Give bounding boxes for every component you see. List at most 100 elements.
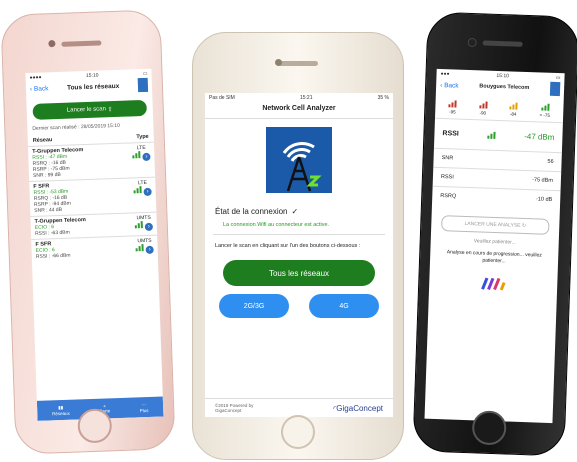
network-metric-2: RSSI : -66 dBm [35, 252, 71, 260]
footer-copyright: ©2019 Powered by GigaConcept [215, 403, 254, 413]
back-button[interactable]: ‹ Back [440, 81, 459, 89]
phone-gold: Pas de SIM 15:21 35 % Network Cell Analy… [192, 32, 404, 460]
status-carrier: Pas de SIM [209, 94, 235, 101]
launch-analysis-label: LANCER UNE ANALYSE [464, 220, 521, 229]
signal-bars-icon [540, 103, 550, 111]
legend-value: -84 [509, 111, 517, 117]
tab-networks[interactable]: ▮▮ Réseaux [51, 404, 70, 416]
home-button[interactable] [281, 415, 315, 449]
legend-item: -84 [509, 102, 518, 117]
brand-name: GigaConcept [336, 403, 383, 413]
speaker [482, 40, 523, 47]
legend-value: -95 [449, 109, 456, 115]
app-logo [266, 127, 332, 193]
status-signal: ●●● [440, 70, 450, 77]
front-camera [48, 40, 56, 48]
legend-value: > -75 [539, 112, 551, 118]
all-networks-label: Tous les réseaux [268, 268, 330, 278]
antenna-tower-icon [282, 142, 322, 192]
connection-status: La connexion Wifi au connecteur est acti… [213, 218, 385, 235]
app-title: Network Cell Analyzer [205, 102, 393, 119]
metric-row: RSRQ -10 dB [431, 185, 561, 210]
status-time: 15:21 [299, 94, 313, 101]
column-network: Réseau [32, 137, 53, 144]
front-camera [275, 59, 282, 66]
refresh-icon: ↻ [521, 222, 527, 230]
status-battery: 35 % [377, 94, 389, 101]
navigation-bar: ‹ Back Tous les réseaux [26, 77, 152, 96]
metric-value: -10 dB [535, 196, 553, 203]
home-button[interactable] [77, 408, 113, 444]
export-icon: ⇪ [107, 106, 113, 113]
network-type-cell: UMTS › [135, 238, 154, 257]
signal-bars-icon [478, 101, 488, 109]
metric-label: SNR [441, 155, 454, 162]
2g3g-button[interactable]: 2G/3G [219, 294, 289, 319]
metric-label: RSRQ [440, 193, 457, 200]
tab-networks-label: Réseaux [51, 410, 70, 416]
home-button[interactable] [471, 410, 507, 446]
network-row[interactable]: F SFR RSSI : -53 dBm RSRQ : -16 dB RSRP : -… [29, 176, 157, 217]
check-icon: ✓ [291, 207, 299, 216]
tab-more[interactable]: ⋯ Plus [139, 402, 149, 413]
status-bar: Pas de SIM 15:21 35 % [205, 93, 393, 102]
signal-bars-icon [135, 221, 144, 229]
rssi-label: RSSI [442, 130, 459, 138]
metric-value: -75 dBm [531, 177, 553, 184]
scan-button[interactable]: Lancer le scan ⇪ [32, 99, 147, 120]
screen-network-detail: ●●● 15:10 ▭ ‹ Back Bouygues Telecom -95 -… [424, 68, 565, 424]
network-metric-4: SNR : 44 dB [34, 206, 63, 214]
scan-instruction: Lancer le scan en cliquant sur l'un des … [215, 243, 361, 249]
back-label: Back [444, 81, 459, 90]
status-time: 15:10 [496, 72, 510, 79]
all-networks-button[interactable]: Tous les réseaux [223, 260, 375, 287]
column-type: Type [136, 133, 149, 141]
signal-bars-icon [133, 186, 143, 194]
signal-bars-icon [448, 100, 457, 108]
details-arrow-icon[interactable]: › [144, 222, 153, 232]
network-info: T-Gruppen Telecom ECIO : 6 RSSI : -63 dBm [35, 217, 87, 237]
legend-value: -90 [479, 110, 487, 116]
4g-label: 4G [339, 302, 349, 310]
network-info: T-Gruppen Telecom RSSI : -47 dBm RSRQ : -1… [32, 147, 84, 179]
network-info: F SFR RSSI : -53 dBm RSRQ : -16 dB RSRP : -… [33, 183, 71, 214]
legend-item: > -75 [539, 103, 551, 118]
front-camera [467, 37, 477, 48]
screen-home: Pas de SIM 15:21 35 % Network Cell Analy… [205, 93, 393, 417]
brand-logo: ◜GigaConcept [333, 404, 383, 413]
status-time: 15:10 [85, 72, 99, 79]
back-button[interactable]: ‹ Back [30, 85, 49, 93]
scan-button-label: Lancer le scan [66, 106, 106, 114]
details-arrow-icon[interactable]: › [145, 245, 154, 254]
network-row[interactable]: F SFR ECIO : 6 RSSI : -66 dBm UMTS › [31, 234, 158, 262]
details-arrow-icon[interactable]: › [143, 187, 152, 197]
metric-list: SNR 56 RSSI -75 dBm RSRQ -10 dB [431, 147, 562, 210]
rssi-row: RSSI -47 dBm [434, 119, 563, 152]
speaker [278, 61, 318, 66]
loading-icon [429, 276, 557, 292]
app-logo-icon[interactable] [137, 77, 149, 93]
speaker [61, 40, 102, 47]
tab-more-label: Plus [139, 407, 149, 413]
4g-button[interactable]: 4G [309, 294, 379, 319]
metric-label: RSSI [440, 174, 454, 181]
connection-title: État de la connexion [215, 207, 288, 216]
back-label: Back [33, 84, 49, 93]
network-row[interactable]: T-Gruppen Telecom RSSI : -47 dBm RSRQ : -1… [27, 141, 156, 182]
network-info: F SFR ECIO : 6 RSSI : -66 dBm [35, 241, 70, 260]
signal-bars-icon [509, 102, 518, 110]
phone-rose-gold: ●●●● 15:10 ▭ ‹ Back Tous les réseaux Lan… [0, 9, 176, 455]
metric-value: 56 [547, 158, 554, 165]
network-metric-2: RSSI : -63 dBm [34, 229, 70, 237]
status-signal: ●●●● [29, 74, 42, 81]
launch-analysis-button[interactable]: LANCER UNE ANALYSE ↻ [441, 215, 550, 235]
details-arrow-icon[interactable]: › [142, 152, 151, 162]
app-logo-icon[interactable] [549, 81, 561, 97]
network-type-buttons: 2G/3G 4G [219, 294, 379, 319]
network-metric-4: SNR : 99 dB [32, 171, 61, 179]
network-list: T-Gruppen Telecom RSSI : -47 dBm RSRQ : -1… [27, 141, 158, 262]
analysis-note: Analyse en cours de progression... veuil… [446, 249, 542, 264]
phone-black: ●●● 15:10 ▭ ‹ Back Bouygues Telecom -95 -… [412, 11, 577, 457]
page-title: Bouygues Telecom [479, 83, 530, 92]
signal-bars-icon [487, 131, 496, 139]
